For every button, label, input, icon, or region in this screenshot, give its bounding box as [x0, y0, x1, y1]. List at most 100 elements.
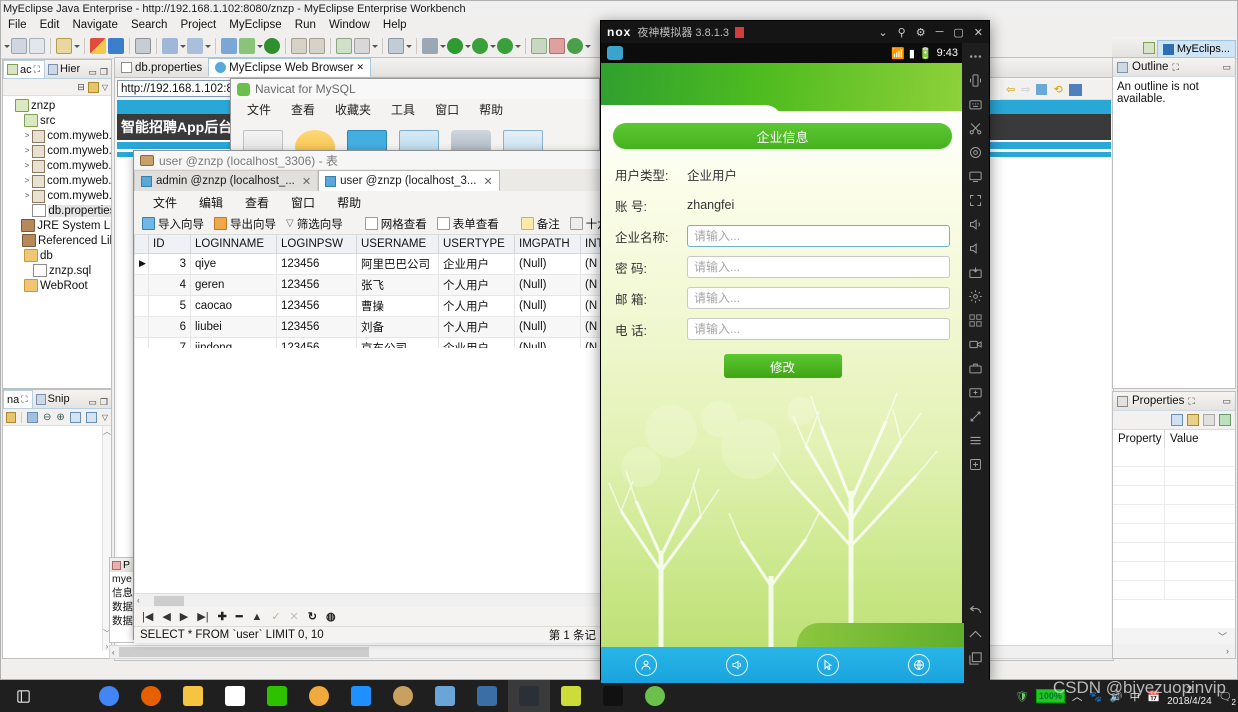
cell-loginpsw[interactable]: 123456	[276, 316, 357, 338]
menu-item-run[interactable]: Run	[290, 17, 321, 34]
taskbar-clock[interactable]: 2 2018/4/24	[1167, 685, 1212, 707]
volume-up-icon[interactable]	[968, 217, 983, 232]
cell-id[interactable]: 5	[148, 295, 191, 317]
search-java-arrow[interactable]	[179, 38, 186, 54]
battery-percent-badge[interactable]: 100%	[1035, 689, 1065, 703]
form-input-5[interactable]: 请输入...	[687, 318, 950, 340]
filter-wizard-button[interactable]: ▽ 筛选向导	[283, 215, 346, 233]
new-wizard-arrow[interactable]	[73, 38, 80, 54]
first-record-button[interactable]: |◀	[142, 610, 153, 623]
stop-icon[interactable]	[1036, 84, 1048, 95]
record-indicator-icon[interactable]	[735, 26, 745, 38]
tab-maximize-icon[interactable]: ⛶	[34, 64, 40, 75]
app-bottom-nav[interactable]	[601, 647, 964, 683]
network-tray-icon[interactable]: 🐾	[1089, 690, 1102, 703]
new-wizard-icon[interactable]	[56, 38, 72, 54]
tree-item-referenced-librar[interactable]: Referenced Librar	[5, 233, 111, 248]
external-tools-icon[interactable]	[422, 38, 438, 54]
tree-expand-arrow[interactable]: >	[23, 131, 31, 140]
taskbar-user-photo-icon[interactable]	[382, 680, 424, 712]
menu-item-file[interactable]: 文件	[142, 194, 188, 211]
cell-loginname[interactable]: geren	[190, 274, 277, 296]
tree-expand-arrow[interactable]: >	[23, 161, 31, 170]
virtual-keyboard-icon[interactable]	[968, 97, 983, 112]
explorer-tab-bar[interactable]: ac ⛶ Hier ▭ ❐	[3, 60, 111, 79]
back-nav-icon[interactable]	[968, 603, 983, 618]
collapse-icon[interactable]: ﹀	[1218, 630, 1227, 643]
search-file-icon[interactable]	[187, 38, 203, 54]
debug-arrow[interactable]	[489, 38, 496, 54]
tree-item-src[interactable]: src	[5, 113, 111, 128]
maximize-icon[interactable]: ❐	[100, 397, 108, 408]
cell-loginname[interactable]: liubei	[190, 316, 277, 338]
minimize-icon[interactable]: ▭	[1222, 396, 1231, 407]
menu-item-help[interactable]: 帮助	[326, 194, 372, 211]
export-wizard-button[interactable]: 导出向导	[211, 215, 279, 233]
server-icon[interactable]	[108, 38, 124, 54]
run-last-icon[interactable]	[264, 38, 280, 54]
tree-expand-arrow[interactable]: >	[23, 191, 31, 200]
lock-icon[interactable]	[135, 38, 151, 54]
menu-item-myeclipse[interactable]: MyEclipse	[224, 17, 286, 34]
table-row[interactable]: ▶ 3 qiye 123456 阿里巴巴公司 企业用户 (Null) (N	[134, 253, 602, 275]
table-row[interactable]	[1113, 581, 1235, 600]
tree-item-com-myweb-da[interactable]: > com.myweb.da	[5, 128, 111, 143]
tab-close-icon[interactable]: ✕	[357, 62, 365, 73]
run-arrow[interactable]	[464, 38, 471, 54]
perspective-icon[interactable]	[388, 38, 404, 54]
tree-item-jre-system-library[interactable]: JRE System Library	[5, 218, 111, 233]
menu-item-edit[interactable]: 编辑	[188, 194, 234, 211]
table-row[interactable]	[1113, 524, 1235, 543]
tab-close-icon[interactable]: ✕	[299, 175, 311, 188]
nav-globe-icon[interactable]	[907, 654, 930, 676]
home-nav-icon[interactable]	[968, 627, 983, 642]
cell-usertype[interactable]: 个人用户	[438, 274, 515, 296]
cell-usertype[interactable]: 企业用户	[438, 337, 515, 348]
save-icon[interactable]	[11, 38, 27, 54]
tree-item-znzp-sql[interactable]: znzp.sql	[5, 263, 111, 278]
db-browser-icon[interactable]	[549, 38, 565, 54]
tree-item-com-myweb-ser[interactable]: > com.myweb.ser	[5, 158, 111, 173]
outline-header[interactable]: Outline ⛶ ▭	[1113, 58, 1235, 77]
view-menu-icon[interactable]: ▽	[102, 413, 108, 422]
properties-maximize-icon[interactable]: ⛶	[1188, 396, 1194, 407]
table-row[interactable]	[1113, 486, 1235, 505]
add-apps-icon[interactable]	[968, 385, 983, 400]
close-icon[interactable]: ✕	[974, 26, 983, 39]
refresh-icon[interactable]: ⟲	[1053, 83, 1062, 96]
delete-record-button[interactable]: ━	[236, 610, 243, 623]
run-icon[interactable]	[447, 38, 463, 54]
scissors-icon[interactable]	[968, 121, 983, 136]
import-wizard-button[interactable]: 导入向导	[139, 215, 207, 233]
tab-admin-table[interactable]: admin @znzp (localhost_... ✕	[134, 170, 319, 191]
forward-icon[interactable]: ⇨	[1021, 83, 1030, 96]
memo-button[interactable]: 备注	[518, 215, 563, 233]
cell-loginpsw[interactable]: 123456	[276, 274, 357, 296]
taskbar-chrome-icon[interactable]	[88, 680, 130, 712]
menu-item-search[interactable]: Search	[126, 17, 172, 34]
cell-int[interactable]: (N	[580, 316, 602, 338]
confirm-edit-button[interactable]: ✓	[271, 610, 280, 623]
tab-web-browser[interactable]: MyEclipse Web Browser ✕	[208, 58, 372, 77]
menu-item-window[interactable]: 窗口	[425, 101, 469, 118]
fit-icon[interactable]	[69, 411, 81, 423]
minimize-icon[interactable]: ─	[936, 26, 944, 38]
next-record-button[interactable]: ▶	[180, 610, 188, 623]
properties-toolbar[interactable]	[1113, 411, 1235, 429]
last-record-button[interactable]: ▶|	[197, 610, 208, 623]
tree-item-com-myweb-uti[interactable]: > com.myweb.uti	[5, 188, 111, 203]
cell-int[interactable]: (N	[580, 253, 602, 275]
tree-expand-arrow[interactable]: >	[23, 146, 31, 155]
cell-id[interactable]: 3	[148, 253, 191, 275]
table-row[interactable]	[1113, 543, 1235, 562]
actual-size-icon[interactable]	[85, 411, 97, 423]
outline-maximize-icon[interactable]: ⛶	[1172, 62, 1178, 73]
project-tree[interactable]: znzp src > com.myweb.da > com.myweb.do > com.my…	[3, 96, 111, 293]
new-class-icon[interactable]	[239, 38, 255, 54]
column-username[interactable]: USERNAME	[356, 235, 439, 254]
menu-item-file[interactable]: File	[3, 17, 32, 34]
tree-item-db-properties[interactable]: db.properties	[5, 203, 111, 218]
maximize-icon[interactable]: ▢	[953, 26, 963, 39]
navicat-menu-bar[interactable]: 文件 查看 收藏夹 工具 窗口 帮助	[231, 99, 599, 119]
cancel-edit-button[interactable]: ✕	[290, 610, 299, 623]
